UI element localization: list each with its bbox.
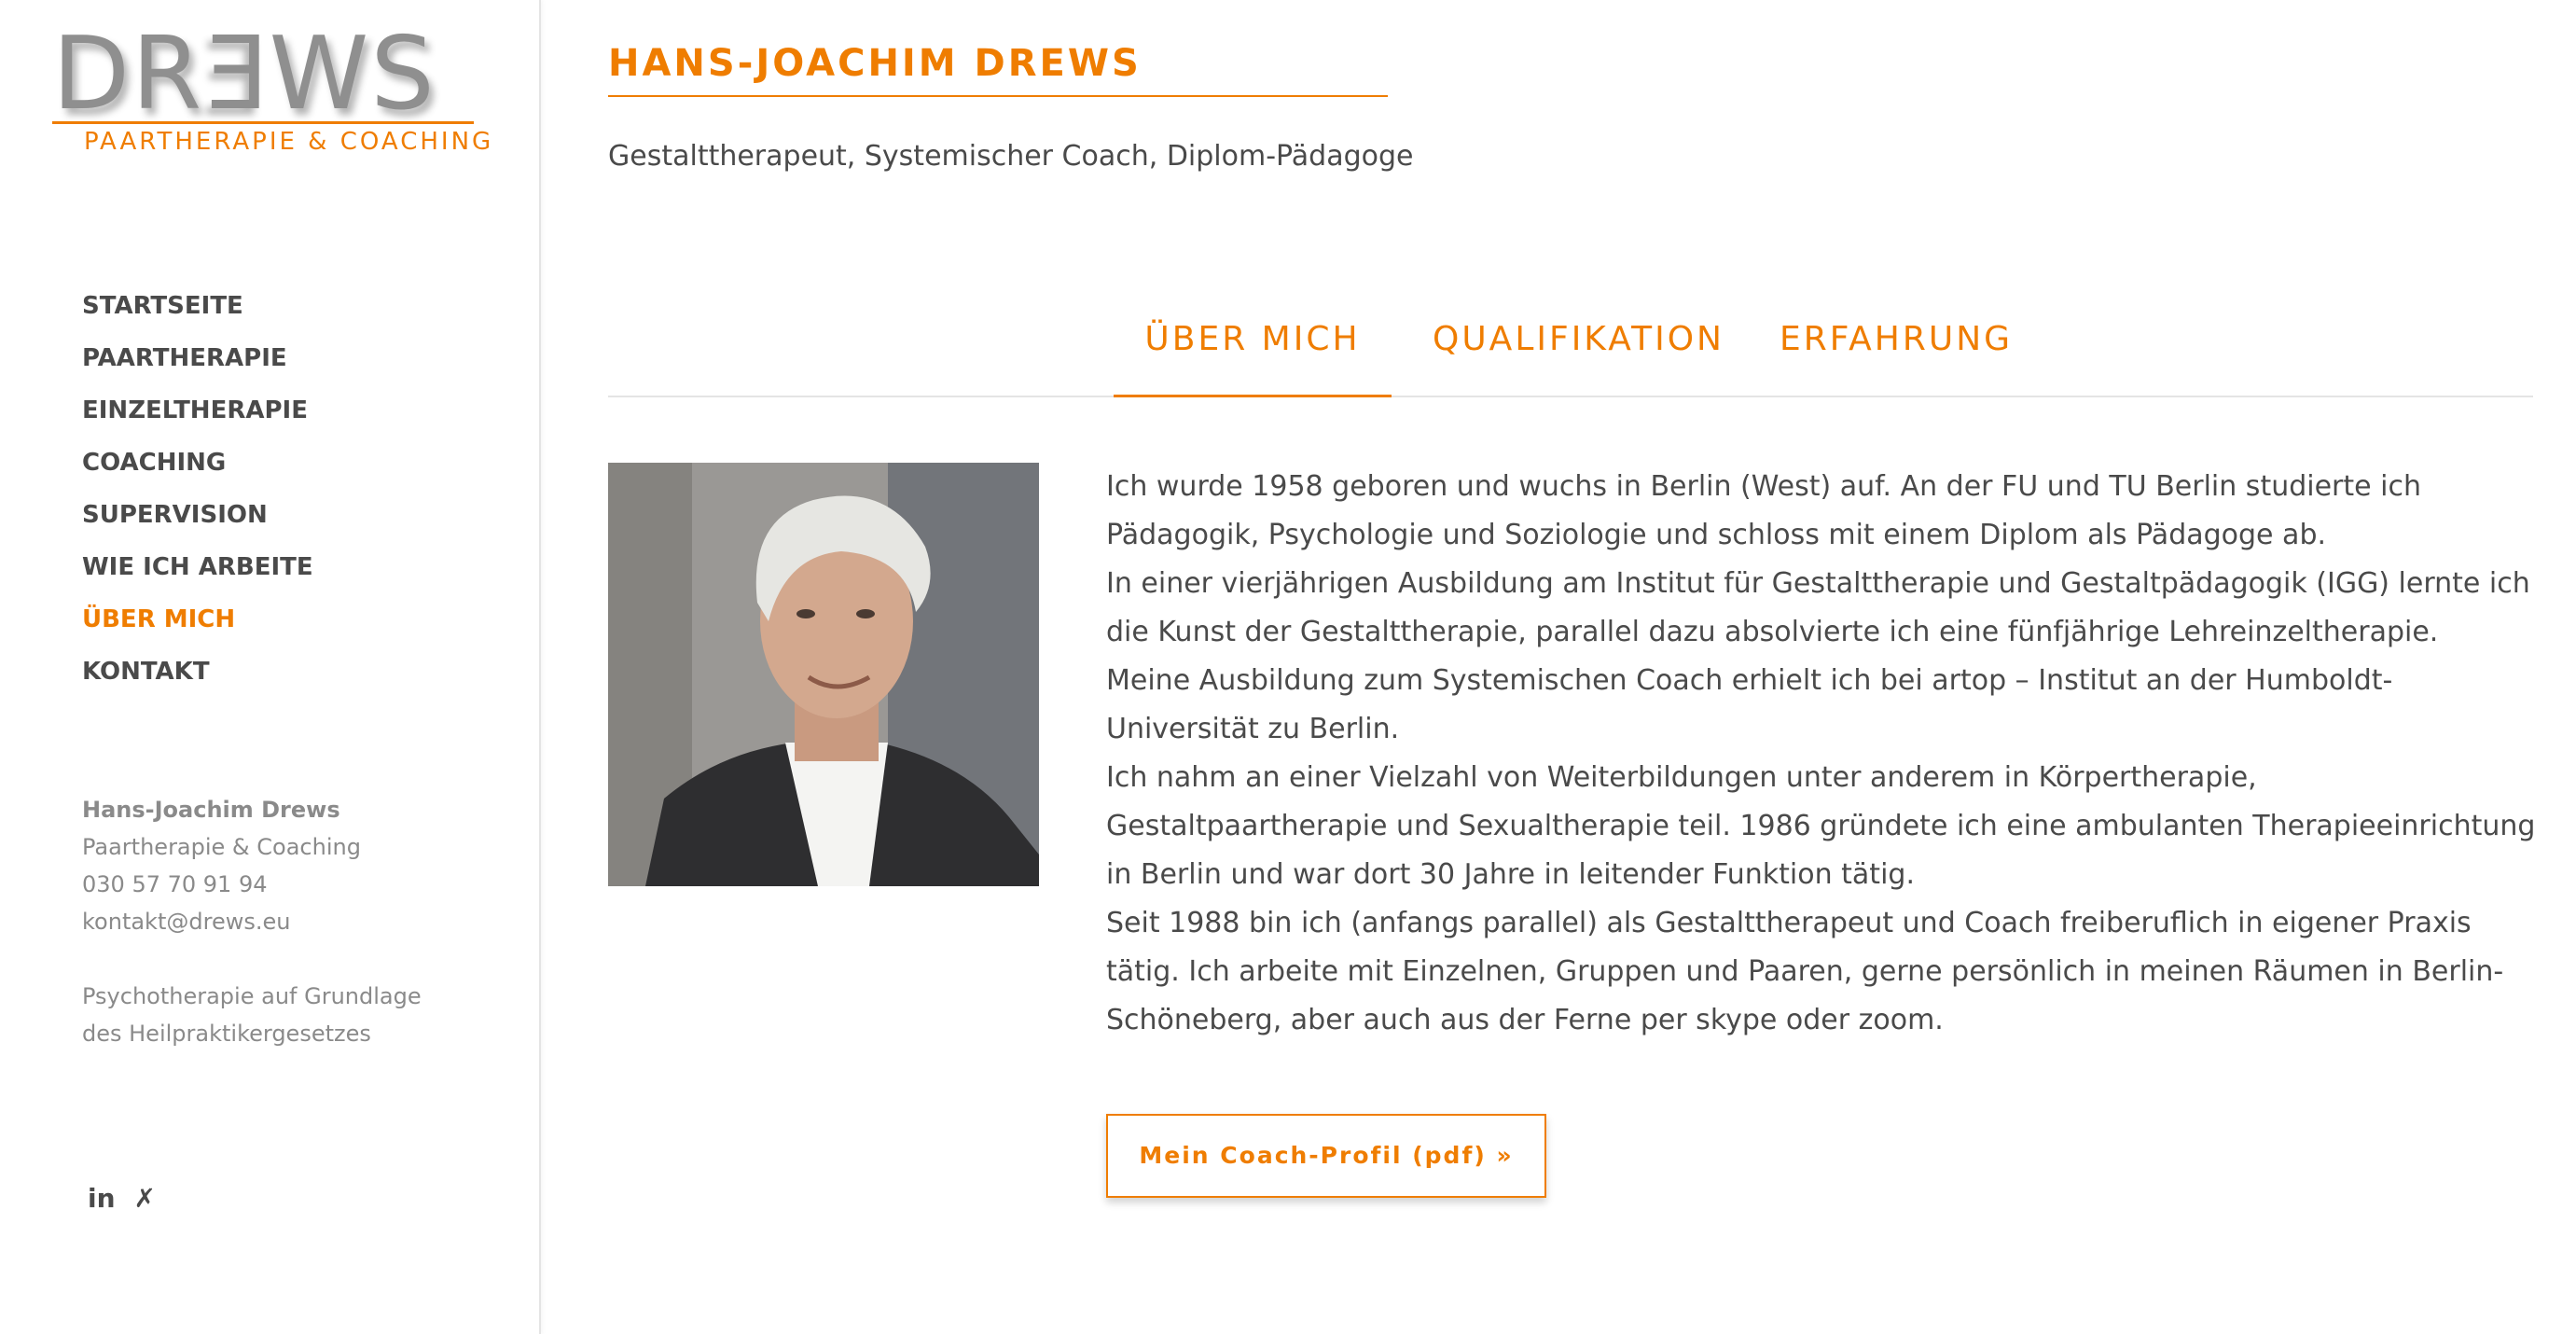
- portrait-photo: [608, 463, 1039, 886]
- nav-item-wie-ich-arbeite[interactable]: WIE ICH ARBEITE: [82, 550, 313, 603]
- nav-item-supervision[interactable]: SUPERVISION: [82, 498, 313, 550]
- xing-icon[interactable]: ✗: [134, 1183, 156, 1214]
- title-underline: [608, 95, 1388, 97]
- tab-qualifikation[interactable]: Qualifikation: [1433, 312, 1724, 397]
- logo-underline: [52, 121, 474, 124]
- nav-item-paartherapie[interactable]: PAARTHERAPIE: [82, 341, 313, 394]
- contact-business: Paartherapie & Coaching: [82, 834, 361, 860]
- page-subtitle: Gestalttherapeut, Systemischer Coach, Di…: [608, 140, 1414, 173]
- bio-paragraph: In einer vierjährigen Ausbildung am Inst…: [1106, 567, 2530, 648]
- main-navigation: STARTSEITE PAARTHERAPIE EINZELTHERAPIE C…: [82, 289, 313, 707]
- legal-note: Psychotherapie auf Grundlage des Heilpra…: [82, 978, 474, 1052]
- tab-erfahrung[interactable]: Erfahrung: [1780, 312, 2013, 397]
- contact-email[interactable]: kontakt@drews.eu: [82, 903, 361, 940]
- bio-paragraph: Meine Ausbildung zum Systemischen Coach …: [1106, 664, 2393, 745]
- biography-text: Ich wurde 1958 geboren und wuchs in Berl…: [1106, 463, 2542, 1045]
- legal-note-line-2: des Heilpraktikergesetzes: [82, 1021, 371, 1047]
- legal-note-line-1: Psychotherapie auf Grundlage: [82, 983, 422, 1009]
- bio-paragraph: Seit 1988 bin ich (anfangs parallel) als…: [1106, 907, 2504, 1036]
- main-content: Hans-Joachim Drews Gestalttherapeut, Sys…: [608, 0, 2535, 1334]
- contact-phone[interactable]: 030 57 70 91 94: [82, 866, 361, 903]
- nav-item-kontakt[interactable]: KONTAKT: [82, 655, 313, 707]
- contact-block: Hans-Joachim Drews Paartherapie & Coachi…: [82, 791, 361, 940]
- logo-wordmark: DREWS: [52, 16, 436, 132]
- nav-item-ueber-mich[interactable]: ÜBER MICH: [82, 603, 313, 655]
- nav-item-startseite[interactable]: STARTSEITE: [82, 289, 313, 341]
- bio-paragraph: Ich wurde 1958 geboren und wuchs in Berl…: [1106, 470, 2421, 551]
- nav-item-coaching[interactable]: COACHING: [82, 446, 313, 498]
- bio-paragraph: Ich nahm an einer Vielzahl von Weiterbil…: [1106, 761, 2536, 891]
- nav-item-einzeltherapie[interactable]: EINZELTHERAPIE: [82, 394, 313, 446]
- contact-name: Hans-Joachim Drews: [82, 797, 340, 823]
- social-links: in ✗: [88, 1183, 156, 1214]
- logo-tagline: Paartherapie & Coaching: [84, 128, 494, 156]
- page-title: Hans-Joachim Drews: [608, 42, 1142, 85]
- tab-bar: Über mich Qualifikation Erfahrung: [608, 312, 2533, 397]
- linkedin-icon[interactable]: in: [88, 1183, 116, 1214]
- logo[interactable]: DREWS Paartherapie & Coaching: [52, 16, 494, 162]
- tab-ueber-mich[interactable]: Über mich: [1114, 312, 1392, 397]
- coach-profile-pdf-button[interactable]: Mein Coach-Profil (pdf) »: [1106, 1114, 1546, 1198]
- sidebar: DREWS Paartherapie & Coaching STARTSEITE…: [0, 0, 541, 1334]
